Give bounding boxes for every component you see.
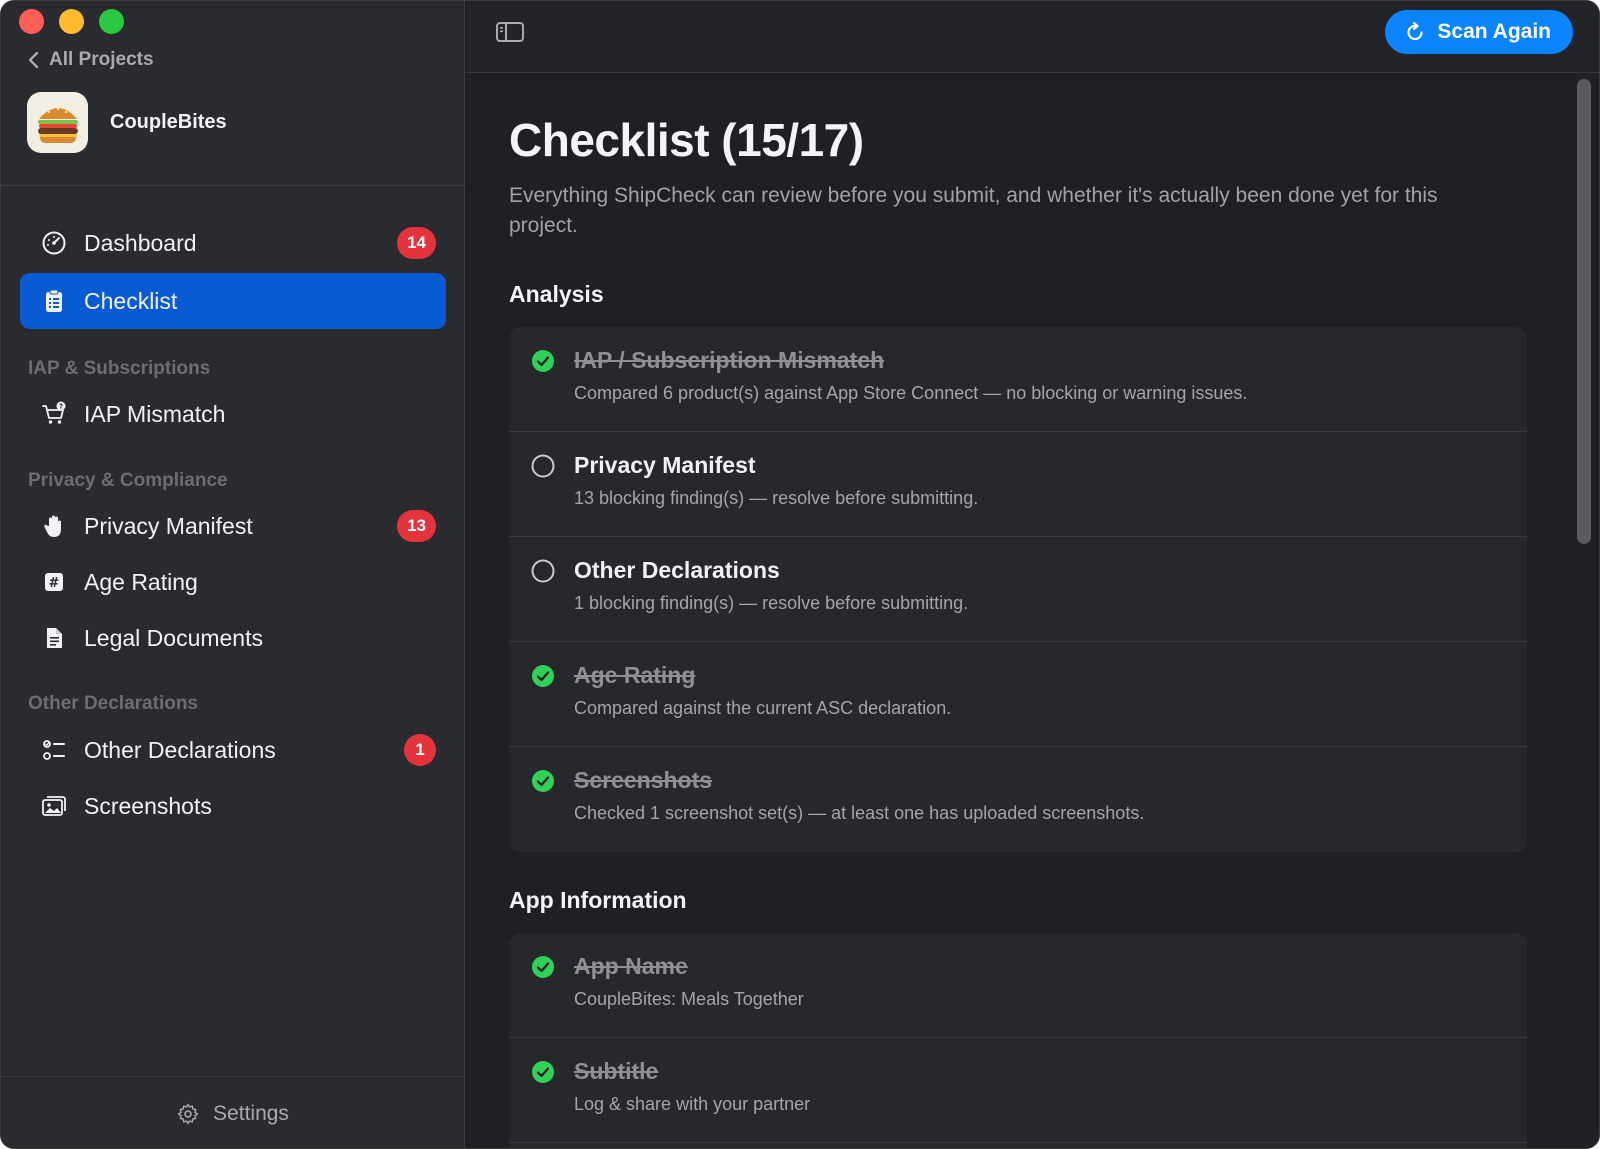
check-circle-icon xyxy=(531,1060,555,1084)
checklist-row[interactable]: App Name CoupleBites: Meals Together xyxy=(509,933,1527,1038)
sidebar-item-label: Privacy Manifest xyxy=(84,512,253,539)
section-title-other: Other Declarations xyxy=(28,693,198,714)
row-title: Privacy Manifest xyxy=(574,452,756,478)
row-title: Other Declarations xyxy=(574,557,780,583)
section-title-iap: IAP & Subscriptions xyxy=(28,358,211,379)
number-square-icon: # xyxy=(40,568,68,596)
scan-again-button[interactable]: Scan Again xyxy=(1385,10,1573,54)
check-circle-icon xyxy=(531,664,555,688)
svg-text:#: # xyxy=(49,576,60,591)
checklist-row[interactable]: Other Declarations 1 blocking finding(s)… xyxy=(509,537,1527,642)
privacy-manifest-count-badge: 13 xyxy=(397,510,436,542)
row-subtitle: Compared against the current ASC declara… xyxy=(574,698,952,718)
row-subtitle: 13 blocking finding(s) — resolve before … xyxy=(574,488,979,508)
check-circle-icon xyxy=(531,769,555,793)
page-description: Everything ShipCheck can review before y… xyxy=(509,184,1438,237)
minimize-window-button[interactable] xyxy=(59,9,84,34)
back-link-label: All Projects xyxy=(49,49,154,70)
sidebar: All Projects CoupleBites Dashboard 14 Ch… xyxy=(1,1,465,1148)
sidebar-item-label: Checklist xyxy=(84,287,178,314)
document-icon xyxy=(40,624,68,652)
settings-button[interactable]: Settings xyxy=(1,1076,465,1148)
sidebar-item-dashboard[interactable]: Dashboard 14 xyxy=(20,215,446,271)
cart-question-icon: ? xyxy=(40,400,68,428)
sidebar-item-privacy-manifest[interactable]: Privacy Manifest 13 xyxy=(20,498,446,554)
row-title: Screenshots xyxy=(574,767,713,793)
close-window-button[interactable] xyxy=(19,9,44,34)
check-circle-icon xyxy=(531,955,555,979)
page-header: Checklist (15/17) Everything ShipCheck c… xyxy=(509,113,1529,241)
group-title-analysis: Analysis xyxy=(509,281,604,307)
sidebar-item-age-rating[interactable]: # Age Rating xyxy=(20,554,446,610)
section-title-privacy: Privacy & Compliance xyxy=(28,470,228,491)
main-pane: Scan Again Checklist (15/17) Everything … xyxy=(466,1,1599,1148)
row-subtitle: Compared 6 product(s) against App Store … xyxy=(574,383,1248,403)
row-title: Subtitle xyxy=(574,1058,659,1084)
project-name: CoupleBites xyxy=(110,111,227,133)
sidebar-item-label: Other Declarations xyxy=(84,736,276,763)
row-subtitle: Checked 1 screenshot set(s) — at least o… xyxy=(574,803,1145,823)
gauge-icon xyxy=(40,229,68,257)
analysis-card: IAP / Subscription Mismatch Compared 6 p… xyxy=(509,327,1527,852)
page-title: Checklist (15/17) xyxy=(509,114,864,166)
row-subtitle: Log & share with your partner xyxy=(574,1094,811,1114)
sidebar-item-label: Age Rating xyxy=(84,568,198,595)
chevron-left-icon xyxy=(28,51,39,69)
checklist-row[interactable]: IAP / Subscription Mismatch Compared 6 p… xyxy=(509,327,1527,432)
sidebar-toggle-icon[interactable] xyxy=(495,20,525,44)
window-controls xyxy=(19,9,124,34)
clipboard-icon xyxy=(40,287,68,315)
refresh-icon xyxy=(1407,22,1424,41)
app-icon xyxy=(27,92,88,153)
sidebar-item-checklist[interactable]: Checklist xyxy=(20,273,446,329)
app-window: All Projects CoupleBites Dashboard 14 Ch… xyxy=(0,0,1600,1149)
sidebar-item-label: IAP Mismatch xyxy=(84,400,226,427)
group-title-app-information: App Information xyxy=(509,887,687,913)
svg-text:?: ? xyxy=(59,403,63,411)
checklist-row[interactable]: Age Rating Compared against the current … xyxy=(509,642,1527,747)
row-subtitle: 1 blocking finding(s) — resolve before s… xyxy=(574,593,969,613)
sidebar-item-screenshots[interactable]: Screenshots xyxy=(20,778,446,834)
project-header: CoupleBites xyxy=(27,92,227,153)
checklist-row[interactable]: Privacy Manifest 13 blocking finding(s) … xyxy=(509,432,1527,537)
empty-circle-icon xyxy=(531,559,555,583)
gear-icon xyxy=(177,1103,199,1124)
sidebar-item-legal-documents[interactable]: Legal Documents xyxy=(20,610,446,666)
row-title: App Name xyxy=(574,953,688,979)
checklist-row[interactable]: Screenshots Checked 1 screenshot set(s) … xyxy=(509,747,1527,852)
hand-raised-icon xyxy=(40,512,68,540)
sidebar-item-label: Legal Documents xyxy=(84,624,263,651)
back-to-projects-link[interactable]: All Projects xyxy=(27,49,154,71)
checklist-row[interactable]: Subtitle Log & share with your partner xyxy=(509,1038,1527,1143)
settings-label: Settings xyxy=(213,1101,289,1125)
other-declarations-count-badge: 1 xyxy=(404,734,436,766)
row-title: IAP / Subscription Mismatch xyxy=(574,347,885,373)
zoom-window-button[interactable] xyxy=(99,9,124,34)
photo-stack-icon xyxy=(40,792,68,820)
sidebar-divider xyxy=(1,185,465,186)
empty-circle-icon xyxy=(531,454,555,478)
burger-icon xyxy=(37,107,78,143)
row-title: Age Rating xyxy=(574,662,696,688)
sidebar-item-label: Screenshots xyxy=(84,792,212,819)
sidebar-item-other-declarations[interactable]: Other Declarations 1 xyxy=(20,722,446,778)
sidebar-item-iap-mismatch[interactable]: ? IAP Mismatch xyxy=(20,386,446,442)
app-information-card: App Name CoupleBites: Meals Together Sub… xyxy=(509,933,1527,1148)
scan-again-label: Scan Again xyxy=(1437,20,1551,43)
row-subtitle: CoupleBites: Meals Together xyxy=(574,989,804,1009)
scrollbar-thumb[interactable] xyxy=(1577,79,1591,544)
checklist-icon xyxy=(40,736,68,764)
dashboard-count-badge: 14 xyxy=(397,227,436,259)
toolbar: Scan Again xyxy=(466,1,1599,73)
sidebar-item-label: Dashboard xyxy=(84,229,197,256)
check-circle-icon xyxy=(531,349,555,373)
